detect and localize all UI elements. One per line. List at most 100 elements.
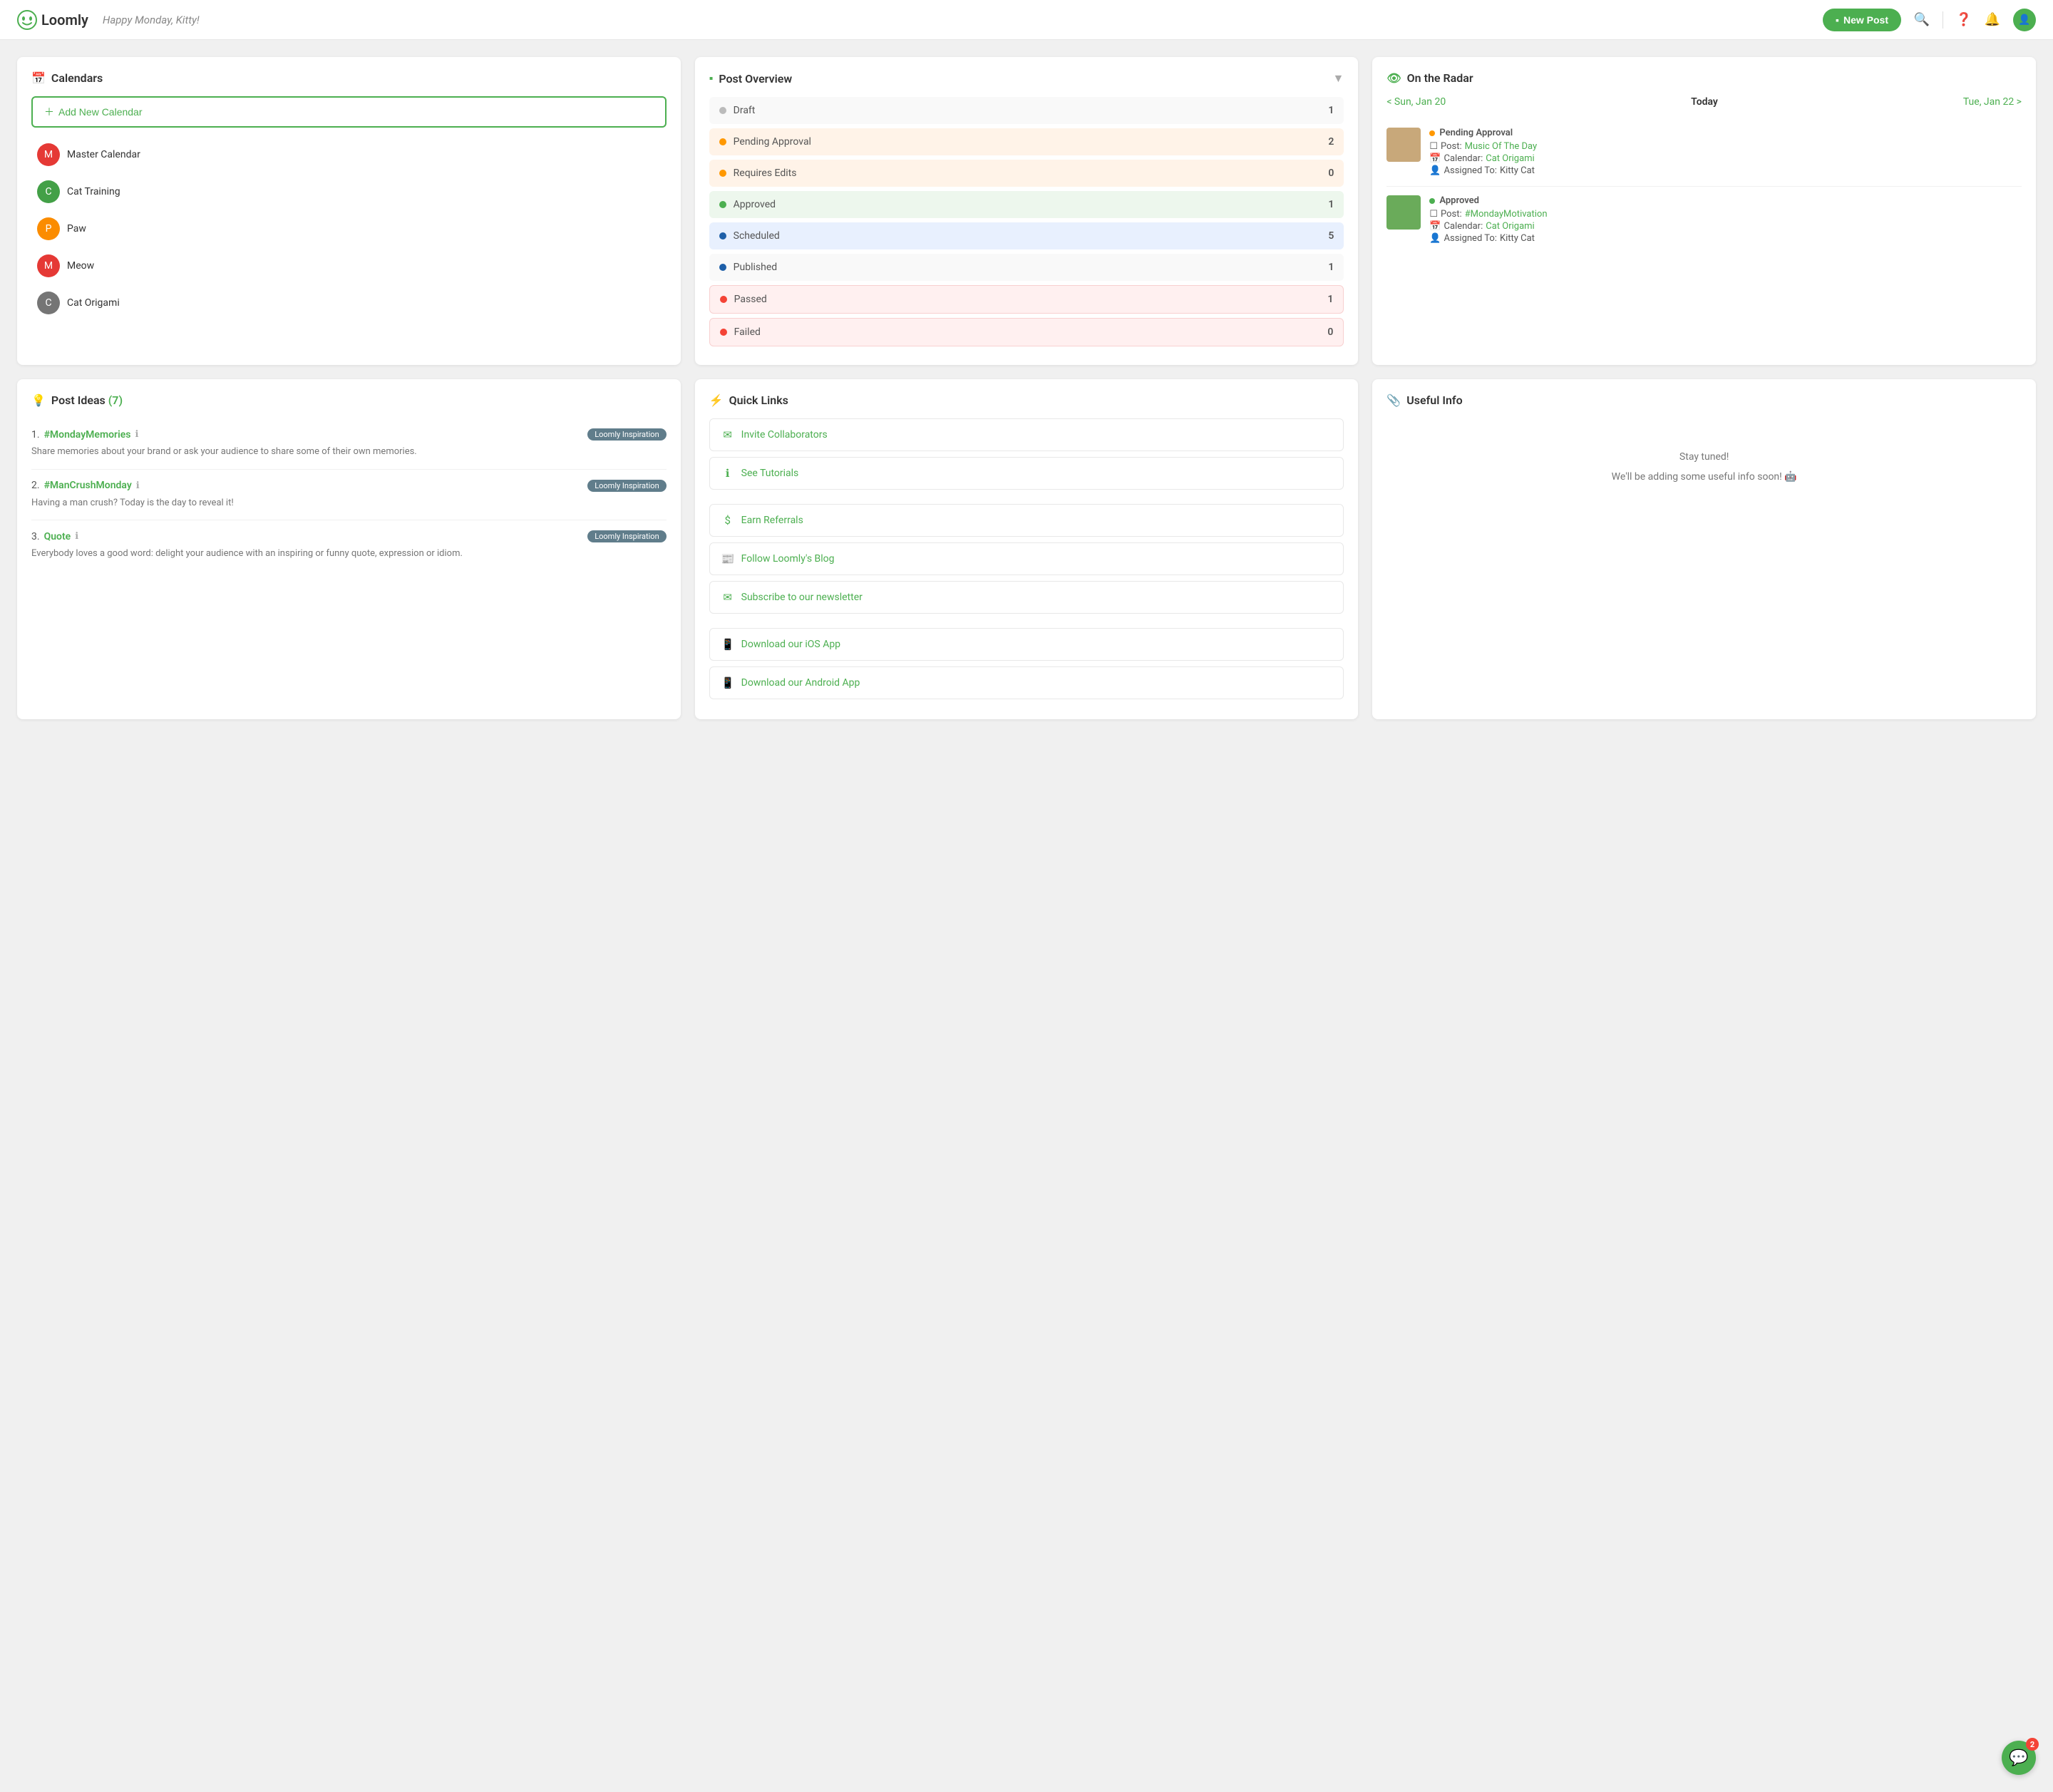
idea-item: 2. #ManCrushMonday ℹ Loomly Inspiration … [31,470,667,521]
calendar-name: Cat Training [67,186,120,197]
chat-bubble[interactable]: 💬 2 [2002,1741,2036,1775]
calendar-name: Cat Origami [67,297,120,309]
calendar-name: Master Calendar [67,149,140,160]
calendar-item[interactable]: M Meow [31,247,667,284]
post-row-label: Pending Approval [734,136,811,148]
quick-link-icon: ℹ [721,467,734,480]
post-row-left: Draft [719,105,756,116]
idea-info-icon[interactable]: ℹ [136,480,140,491]
calendar-item[interactable]: C Cat Training [31,173,667,210]
post-row-count: 0 [1328,168,1334,179]
header-left: Loomly Happy Monday, Kitty! [17,10,200,30]
calendar-name: Meow [67,260,94,272]
radar-cal-icon: 📅 [1429,221,1441,232]
quick-links-card: ⚡ Quick Links ✉ Invite Collaborators ℹ S… [695,379,1359,719]
post-row-label: Failed [734,326,761,338]
radar-calendar-meta: 📅 Calendar: Cat Origami [1429,153,2022,164]
post-overview-row[interactable]: Pending Approval 2 [709,128,1344,155]
useful-info-icon: 📎 [1386,393,1401,407]
quick-link-icon: 📰 [721,552,734,565]
radar-assigned-icon: 👤 [1429,165,1441,176]
post-overview-row[interactable]: Draft 1 [709,97,1344,124]
idea-info-icon[interactable]: ℹ [75,531,78,542]
quick-link-item[interactable]: 📱 Download our iOS App [709,628,1344,661]
radar-next-link[interactable]: Tue, Jan 22 > [1963,96,2022,108]
filter-icon[interactable]: ▼ [1332,71,1344,86]
post-row-count: 1 [1328,105,1334,116]
avatar[interactable]: 👤 [2013,9,2036,31]
logo-icon [17,10,37,30]
quick-link-item[interactable]: ✉ Invite Collaborators [709,418,1344,451]
post-row-count: 1 [1328,199,1334,210]
post-ideas-count: (7) [108,393,123,407]
post-row-left: Scheduled [719,230,780,242]
radar-assigned-value: Kitty Cat [1500,165,1535,176]
radar-assigned-meta: 👤 Assigned To: Kitty Cat [1429,233,2022,244]
calendar-item[interactable]: M Master Calendar [31,136,667,173]
post-row-left: Pending Approval [719,136,811,148]
radar-post-icon: ☐ [1429,209,1438,220]
status-dot [720,296,727,303]
add-calendar-button[interactable]: ＋ Add New Calendar [31,96,667,128]
radar-post-link[interactable]: #MondayMotivation [1465,209,1548,220]
on-the-radar-card: 👁 On the Radar < Sun, Jan 20 Today Tue, … [1372,57,2036,365]
post-overview-row[interactable]: Approved 1 [709,191,1344,218]
idea-link[interactable]: #MondayMemories [44,429,131,441]
post-row-count: 0 [1327,326,1333,338]
calendar-icon: 📅 [31,71,46,85]
logo-text: Loomly [41,11,88,29]
status-dot [719,107,726,114]
post-overview-row[interactable]: Passed 1 [709,285,1344,314]
notifications-icon[interactable]: 🔔 [1985,12,2000,28]
calendar-avatar: M [37,143,60,166]
post-overview-row[interactable]: Published 1 [709,254,1344,281]
radar-status: Pending Approval [1429,128,2022,138]
post-row-label: Scheduled [734,230,780,242]
search-icon[interactable]: 🔍 [1914,12,1930,28]
new-post-button[interactable]: ▪ New Post [1823,9,1901,31]
status-dot [720,329,727,336]
useful-info-line2: We'll be adding some useful info soon! 🤖 [1612,467,1797,487]
quick-link-item[interactable]: ✉ Subscribe to our newsletter [709,581,1344,614]
idea-link[interactable]: Quote [44,531,71,542]
quick-link-icon: ✉ [721,591,734,604]
idea-desc: Everybody loves a good word: delight you… [31,547,667,561]
calendar-list: M Master Calendar C Cat Training P Paw M… [31,136,667,321]
radar-post-link[interactable]: Music Of The Day [1465,141,1538,152]
new-post-label: New Post [1843,14,1888,26]
calendar-item[interactable]: C Cat Origami [31,284,667,321]
post-row-left: Approved [719,199,776,210]
post-row-count: 1 [1327,294,1333,305]
idea-info-icon[interactable]: ℹ [135,429,138,440]
idea-link[interactable]: #ManCrushMonday [44,480,132,491]
post-overview-row[interactable]: Requires Edits 0 [709,160,1344,187]
quick-link-label: Earn Referrals [741,515,803,526]
radar-cal-link[interactable]: Cat Origami [1486,153,1534,164]
quick-link-icon: $ [721,514,734,527]
quick-link-item[interactable]: $ Earn Referrals [709,504,1344,537]
post-overview-row[interactable]: Scheduled 5 [709,222,1344,249]
radar-assigned-icon: 👤 [1429,233,1441,244]
radar-nav: < Sun, Jan 20 Today Tue, Jan 22 > [1386,96,2022,108]
quick-link-icon: 📱 [721,638,734,651]
quick-link-item[interactable]: ℹ See Tutorials [709,457,1344,490]
calendar-item[interactable]: P Paw [31,210,667,247]
status-dot [719,232,726,240]
radar-assigned-meta: 👤 Assigned To: Kitty Cat [1429,165,2022,176]
post-overview-row[interactable]: Failed 0 [709,318,1344,346]
help-icon[interactable]: ❓ [1956,12,1972,28]
idea-num: 1. [31,429,40,441]
status-dot [719,201,726,208]
post-ideas-heading: Post Ideas (7) [51,393,123,407]
quick-link-item[interactable]: 📰 Follow Loomly's Blog [709,542,1344,575]
radar-post-label: Post: [1441,141,1462,152]
idea-badge: Loomly Inspiration [587,428,666,441]
useful-info-title: 📎 Useful Info [1386,393,2022,407]
quick-link-item[interactable]: 📱 Download our Android App [709,666,1344,699]
new-post-icon: ▪ [1836,14,1839,26]
radar-post-meta: ☐ Post: Music Of The Day [1429,141,2022,152]
radar-cal-link[interactable]: Cat Origami [1486,221,1534,232]
radar-prev-link[interactable]: < Sun, Jan 20 [1386,96,1446,108]
logo[interactable]: Loomly [17,10,88,30]
post-row-left: Published [719,262,777,273]
